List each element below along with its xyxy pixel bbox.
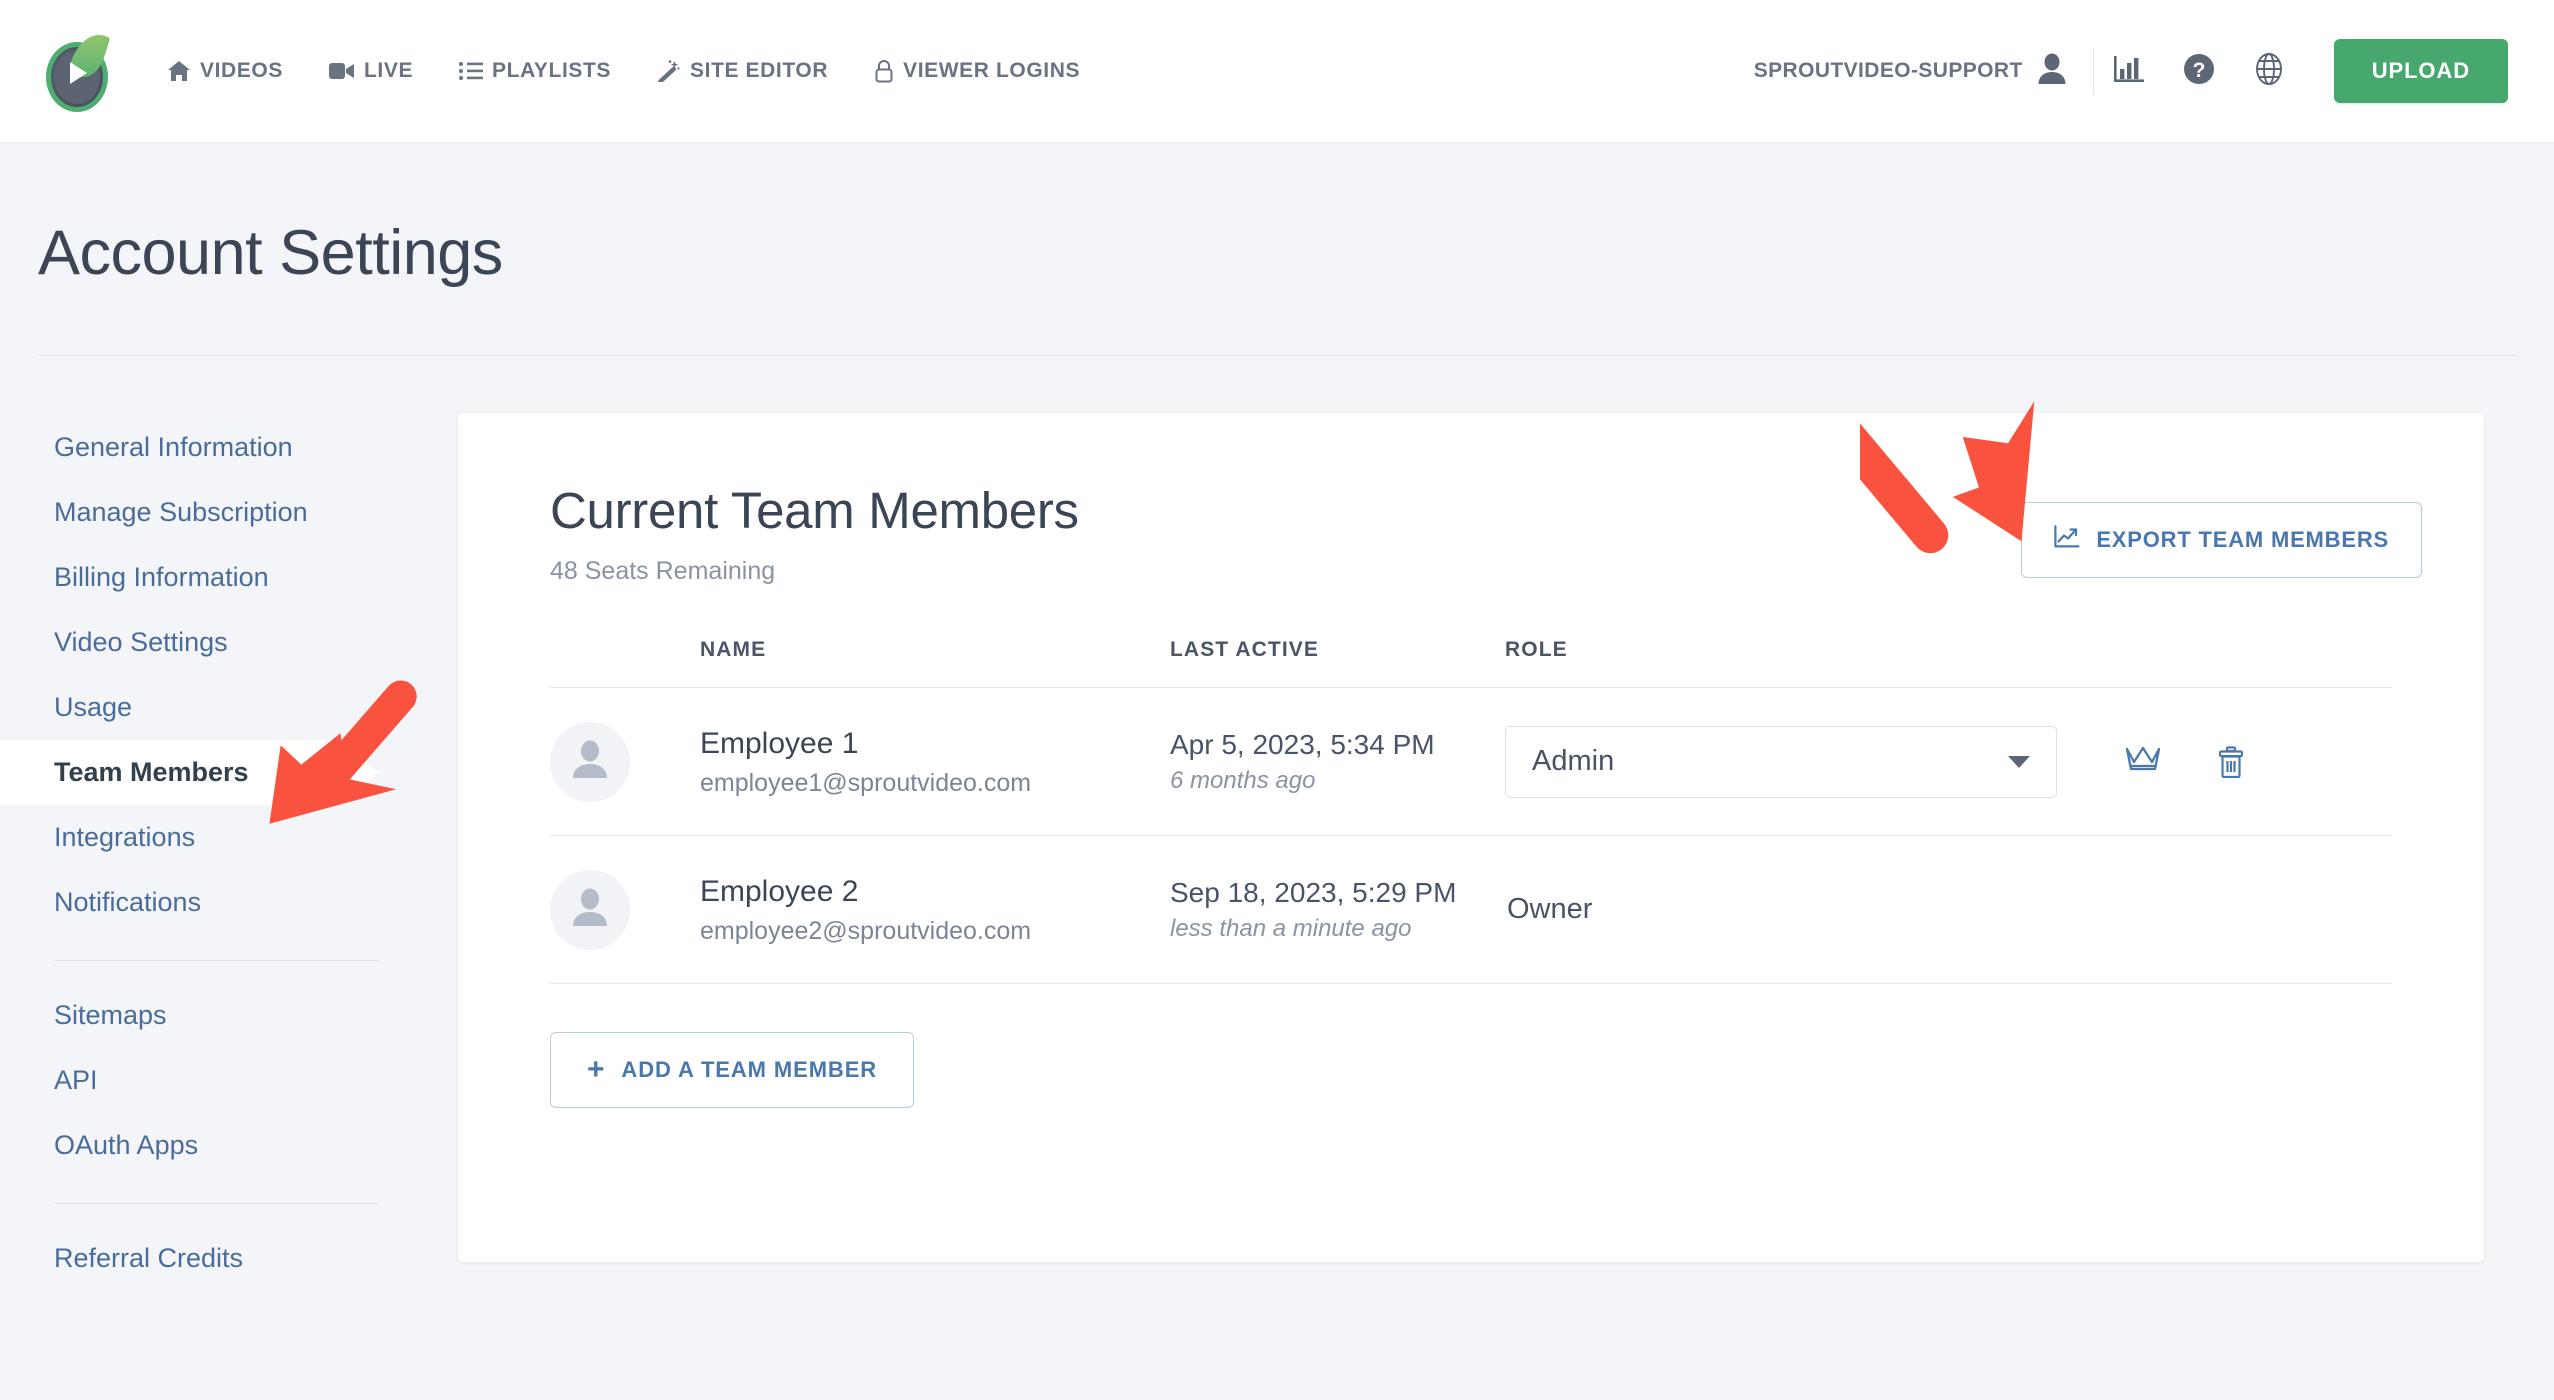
avatar	[550, 721, 630, 802]
seats-remaining-label: 48 Seats Remaining	[550, 557, 776, 585]
nav-item-viewer-logins-label: VIEWER LOGINS	[903, 59, 1081, 82]
table-header-row: NAME LAST ACTIVE ROLE	[550, 638, 2392, 688]
member-last-active-cell: Sep 18, 2023, 5:29 PM less than a minute…	[1170, 877, 1505, 943]
user-placeholder-icon	[571, 887, 609, 932]
list-icon	[459, 61, 484, 81]
trash-icon	[2218, 745, 2244, 778]
export-team-members-label: EXPORT TEAM MEMBERS	[2096, 527, 2389, 552]
bar-chart-icon	[2113, 54, 2145, 89]
role-static-value: Owner	[1507, 893, 1593, 925]
column-header-last-active: LAST ACTIVE	[1170, 638, 1319, 661]
avatar	[550, 869, 630, 950]
nav-item-live-label: LIVE	[363, 59, 414, 82]
home-icon	[167, 60, 191, 82]
sidebar-item-manage-subscription[interactable]: Manage Subscription	[0, 480, 380, 545]
magic-wand-icon	[657, 60, 681, 82]
upload-button[interactable]: UPLOAD	[2333, 39, 2508, 103]
table-row: Employee 1 employee1@sproutvideo.com Apr…	[550, 688, 2392, 836]
column-header-role: ROLE	[1505, 638, 1568, 661]
account-name-label: SPROUTVIDEO-SUPPORT	[1753, 59, 2023, 82]
member-name: Employee 1	[700, 726, 859, 760]
team-members-card: Current Team Members 48 Seats Remaining …	[458, 413, 2484, 1262]
nav-item-playlists[interactable]: PLAYLISTS	[436, 59, 634, 83]
page-title: Account Settings	[38, 218, 503, 288]
card-header: Current Team Members 48 Seats Remaining …	[458, 413, 2484, 586]
sidebar-item-billing-information[interactable]: Billing Information	[0, 545, 380, 610]
nav-item-site-editor-label: SITE EDITOR	[690, 59, 829, 82]
nav-item-videos-label: VIDEOS	[200, 59, 283, 82]
sidebar-divider-1	[54, 960, 379, 961]
analytics-button[interactable]	[2094, 46, 2164, 96]
sidebar-divider-2	[54, 1203, 379, 1204]
lock-icon	[874, 59, 894, 83]
video-camera-icon	[328, 62, 355, 80]
line-chart-icon	[2054, 525, 2080, 555]
svg-text:?: ?	[2192, 59, 2205, 82]
chevron-down-icon	[2008, 755, 2030, 768]
nav-right-cluster: SPROUTVIDEO-SUPPORT ? UPLOAD	[1754, 39, 2554, 103]
member-email: employee1@sproutvideo.com	[700, 769, 1032, 798]
sidebar-item-oauth-apps[interactable]: OAuth Apps	[0, 1113, 380, 1178]
nav-item-site-editor[interactable]: SITE EDITOR	[634, 59, 851, 83]
help-button[interactable]: ?	[2164, 46, 2234, 96]
sidebar-item-general-information[interactable]: General Information	[0, 415, 380, 480]
team-members-table: NAME LAST ACTIVE ROLE Employee 1 employe…	[550, 638, 2392, 984]
plus-icon: +	[587, 1053, 606, 1086]
sidebar-item-api[interactable]: API	[0, 1048, 380, 1113]
primary-nav-links: VIDEOS LIVE PLAYLISTS SITE EDITOR VIEWER	[144, 59, 1103, 83]
make-owner-button[interactable]	[2125, 744, 2161, 779]
member-name: Employee 2	[700, 874, 859, 908]
last-active-relative: 6 months ago	[1170, 766, 1316, 794]
question-circle-icon: ?	[2183, 53, 2215, 90]
sidebar-item-integrations[interactable]: Integrations	[0, 805, 380, 870]
card-title: Current Team Members	[550, 482, 1079, 539]
globe-icon	[2253, 52, 2285, 91]
card-heading-block: Current Team Members 48 Seats Remaining	[550, 485, 1079, 586]
crown-icon	[2125, 744, 2161, 779]
language-button[interactable]	[2234, 46, 2304, 96]
member-role-cell: Admin	[1505, 725, 2105, 798]
member-role-cell: Owner	[1505, 893, 2105, 926]
role-dropdown-value: Admin	[1532, 745, 1615, 777]
sidebar-item-usage[interactable]: Usage	[0, 675, 380, 740]
last-active-timestamp: Sep 18, 2023, 5:29 PM	[1170, 876, 1457, 908]
role-dropdown[interactable]: Admin	[1505, 725, 2057, 798]
add-team-member-button[interactable]: + ADD A TEAM MEMBER	[550, 1032, 915, 1108]
sidebar-item-notifications[interactable]: Notifications	[0, 870, 380, 935]
member-actions-cell	[2105, 744, 2385, 779]
member-identity: Employee 2 employee2@sproutvideo.com	[700, 873, 1031, 947]
user-placeholder-icon	[571, 739, 609, 784]
sidebar-item-video-settings[interactable]: Video Settings	[0, 610, 380, 675]
member-name-cell: Employee 2 employee2@sproutvideo.com	[550, 869, 1170, 950]
member-name-cell: Employee 1 employee1@sproutvideo.com	[550, 721, 1170, 802]
nav-item-live[interactable]: LIVE	[306, 59, 436, 83]
sidebar-item-sitemaps[interactable]: Sitemaps	[0, 983, 380, 1048]
member-email: employee2@sproutvideo.com	[700, 917, 1032, 946]
last-active-timestamp: Apr 5, 2023, 5:34 PM	[1170, 728, 1435, 760]
member-identity: Employee 1 employee1@sproutvideo.com	[700, 725, 1031, 799]
add-team-member-label: ADD A TEAM MEMBER	[621, 1057, 878, 1082]
title-divider	[38, 355, 2518, 356]
nav-item-videos[interactable]: VIDEOS	[144, 59, 306, 83]
play-triangle-icon	[70, 62, 87, 84]
last-active-relative: less than a minute ago	[1170, 914, 1412, 942]
top-navigation-bar: VIDEOS LIVE PLAYLISTS SITE EDITOR VIEWER	[0, 0, 2554, 143]
settings-sidebar: General Information Manage Subscription …	[0, 415, 380, 1291]
sproutvideo-logo[interactable]	[34, 28, 116, 112]
export-team-members-button[interactable]: EXPORT TEAM MEMBERS	[2021, 502, 2422, 578]
column-header-name: NAME	[700, 638, 767, 661]
nav-item-playlists-label: PLAYLISTS	[492, 59, 612, 82]
member-last-active-cell: Apr 5, 2023, 5:34 PM 6 months ago	[1170, 729, 1505, 795]
sidebar-item-referral-credits[interactable]: Referral Credits	[0, 1226, 380, 1291]
user-icon	[2037, 53, 2067, 90]
table-row: Employee 2 employee2@sproutvideo.com Sep…	[550, 836, 2392, 984]
nav-item-viewer-logins[interactable]: VIEWER LOGINS	[851, 59, 1103, 83]
account-menu[interactable]: SPROUTVIDEO-SUPPORT	[1754, 53, 2093, 90]
sidebar-item-team-members[interactable]: Team Members	[0, 740, 378, 806]
delete-member-button[interactable]	[2216, 745, 2246, 778]
